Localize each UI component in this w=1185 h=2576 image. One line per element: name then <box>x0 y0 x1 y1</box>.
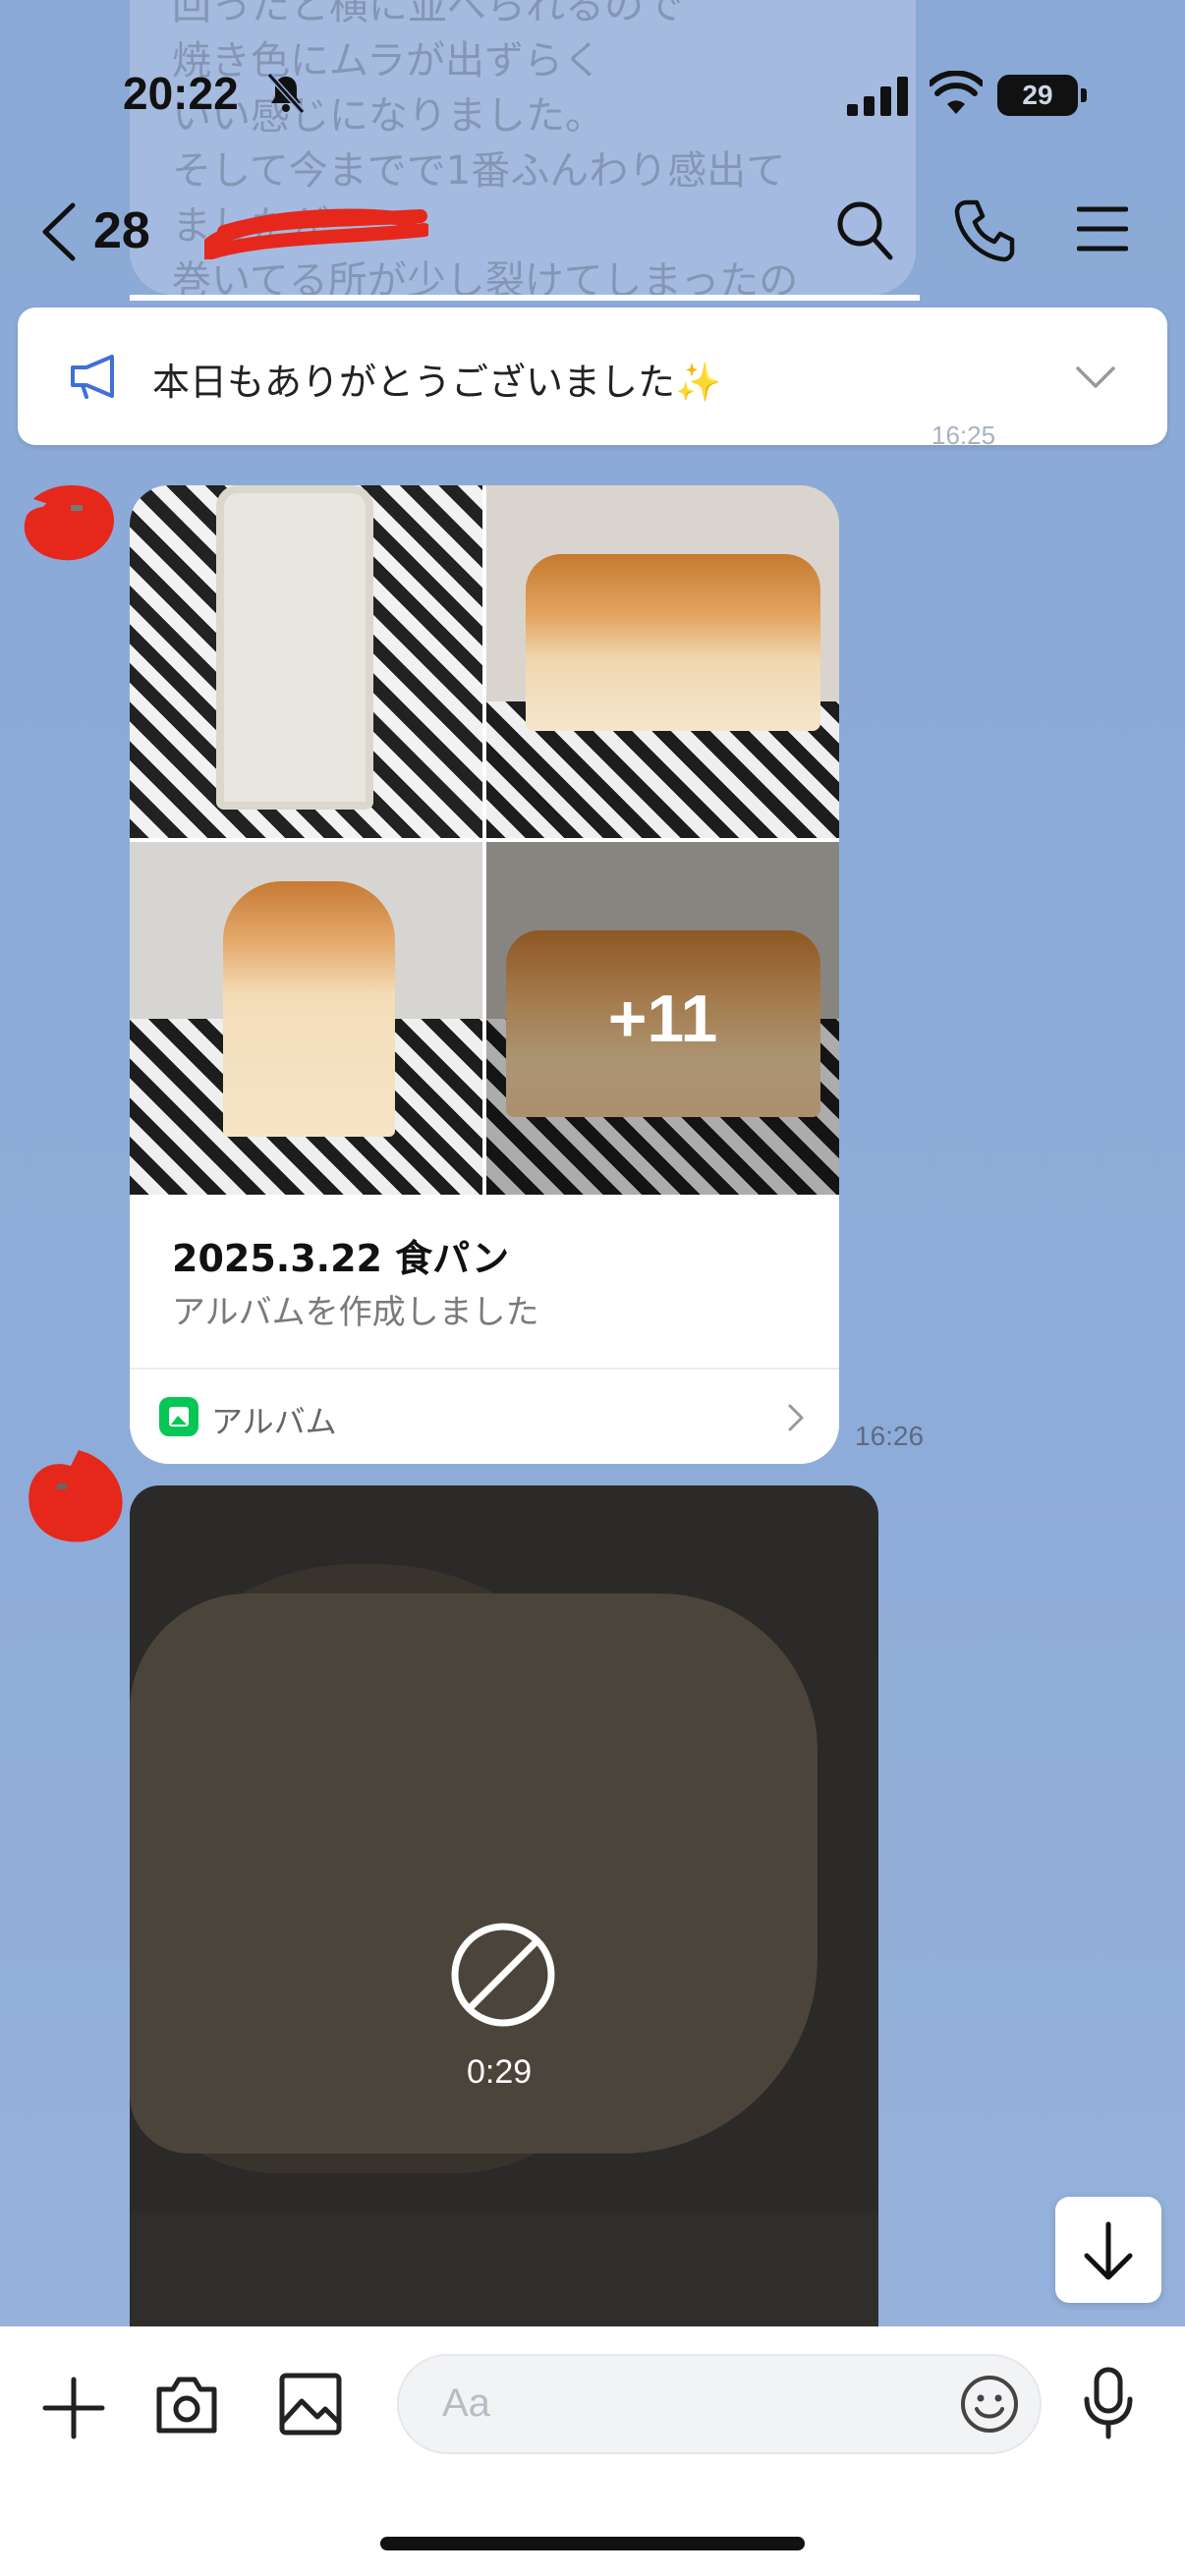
megaphone-icon <box>71 355 114 399</box>
image-icon[interactable] <box>278 2372 343 2436</box>
wifi-icon <box>930 71 983 114</box>
album-photo-loaf-side[interactable] <box>130 842 482 1195</box>
sender-avatar-redacted[interactable] <box>20 1444 128 1552</box>
previous-message-text: 回ったと横に並べられるので 焼き色にムラが出ずらく いい感じになりました。 そし… <box>172 0 799 304</box>
arrow-down-icon <box>1084 2221 1133 2280</box>
signal-icon <box>847 77 908 116</box>
redacted-chat-name <box>204 208 428 259</box>
album-divider <box>130 1368 839 1370</box>
microphone-icon[interactable] <box>1081 2366 1136 2440</box>
announcement-text: 本日もありがとうございました✨ <box>152 361 722 404</box>
menu-icon[interactable] <box>1077 203 1128 254</box>
chevron-right-icon[interactable] <box>786 1403 806 1432</box>
photo-icon <box>169 1407 189 1427</box>
chevron-down-icon[interactable] <box>1075 364 1116 391</box>
video-unavailable-icon[interactable] <box>450 1922 556 2028</box>
member-count[interactable]: 28 <box>93 201 150 260</box>
album-title: 2025.3.22 食パン <box>172 1237 510 1280</box>
header-divider <box>130 295 920 301</box>
sender-avatar-redacted[interactable] <box>14 470 122 578</box>
previous-message-time: 16:25 <box>931 420 996 450</box>
album-message-time: 16:26 <box>855 1421 925 1451</box>
camera-icon[interactable] <box>153 2374 220 2436</box>
bell-slash-icon <box>266 72 306 115</box>
plus-icon[interactable] <box>41 2376 106 2440</box>
album-subtitle: アルバムを作成しました <box>172 1293 539 1332</box>
scroll-to-bottom-button[interactable] <box>1055 2197 1161 2303</box>
album-footer-label[interactable]: アルバム <box>211 1397 337 1442</box>
album-photo-dough-in-pan[interactable] <box>130 485 482 838</box>
video-duration: 0:29 <box>467 2053 533 2091</box>
home-indicator[interactable] <box>380 2537 805 2550</box>
message-input-placeholder: Aa <box>442 2381 490 2425</box>
album-photo-more[interactable]: +11 <box>486 842 839 1195</box>
back-chevron-icon[interactable] <box>39 201 79 262</box>
message-input[interactable] <box>397 2354 1042 2454</box>
battery-level: 29 <box>1022 80 1053 110</box>
emoji-icon[interactable] <box>959 2374 1020 2435</box>
battery-nub <box>1081 88 1087 102</box>
search-icon[interactable] <box>833 196 896 263</box>
more-photos-count: +11 <box>486 842 839 1195</box>
album-photo-baked-loaf[interactable] <box>486 485 839 838</box>
status-time: 20:22 <box>123 68 239 119</box>
album-app-icon <box>159 1397 198 1436</box>
phone-icon[interactable] <box>953 196 1016 263</box>
battery-icon: 29 <box>997 75 1078 116</box>
